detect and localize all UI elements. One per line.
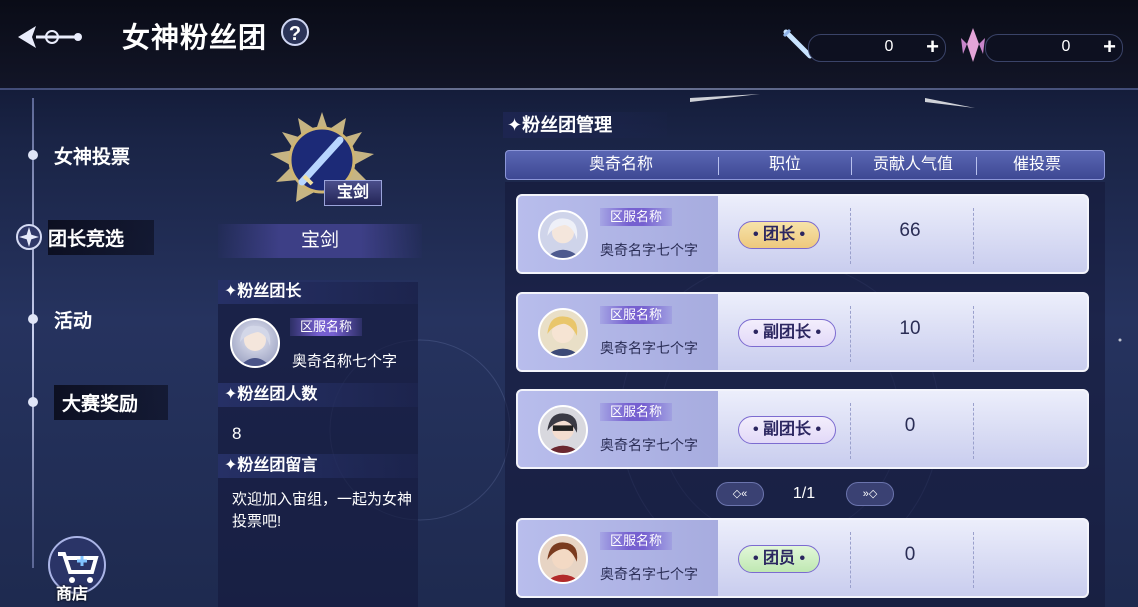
role-badge-member: • 团员 •: [738, 545, 821, 573]
nav-item-label: 大赛奖励: [54, 384, 169, 420]
resource-sword-value: 0: [884, 38, 894, 55]
avatar: [538, 534, 588, 584]
column-divider: [973, 208, 975, 264]
management-title: ✦粉丝团管理: [503, 112, 667, 138]
group-message: 欢迎加入宙组，一起为女神投票吧!: [232, 491, 413, 530]
column-divider: [850, 306, 852, 362]
column-divider: [850, 532, 852, 588]
table-row[interactable]: 区服名称 奥奇名字七个字 • 副团长 • 0: [516, 389, 1089, 469]
column-divider: [850, 403, 852, 459]
column-divider: [973, 403, 975, 459]
nav-dot: [28, 314, 38, 324]
column-divider: [850, 208, 852, 264]
row-contribution: 0: [904, 544, 916, 565]
message-section-title: ✦粉丝团留言: [218, 454, 418, 478]
nav-item-rewards[interactable]: 大赛奖励: [20, 384, 169, 420]
column-header-contribution: 贡献人气值: [872, 156, 953, 173]
leader-name: 奥奇名称七个字: [292, 353, 398, 370]
leader-section-title: ✦粉丝团长: [218, 280, 418, 304]
nav-item-label: 女神投票: [54, 146, 131, 168]
add-crystal-button[interactable]: +: [1103, 36, 1116, 58]
resource-crystal-value: 0: [1061, 38, 1071, 55]
nav-item-vote[interactable]: 女神投票: [20, 137, 144, 173]
nav-item-label: 团长竞选: [48, 219, 155, 255]
resource-crystal: 0 +: [985, 34, 1123, 62]
top-bar-divider: [0, 88, 1138, 90]
table-header: 奥奇名称 职位 贡献人气值 催投票: [505, 150, 1105, 180]
leader-server-tag: 区服名称: [290, 318, 363, 336]
back-arrow-icon[interactable]: [14, 20, 86, 54]
group-name-banner: 宝剑: [218, 224, 422, 258]
add-sword-button[interactable]: +: [926, 36, 939, 58]
column-header-role: 职位: [768, 156, 801, 173]
nav-item-label: 活动: [54, 310, 93, 332]
next-page-button[interactable]: »◇: [846, 482, 894, 506]
avatar: [538, 308, 588, 358]
nav-dot: [28, 397, 38, 407]
column-divider: [973, 532, 975, 588]
row-server-tag: 区服名称: [600, 403, 673, 421]
row-server-tag: 区服名称: [600, 532, 673, 550]
row-contribution: 10: [899, 318, 921, 339]
row-member-name: 奥奇名字七个字: [600, 566, 698, 582]
member-count: 8: [232, 424, 242, 443]
page-indicator: 1/1: [792, 485, 816, 502]
character-portrait-icon: [240, 325, 271, 366]
nav-item-activity[interactable]: 活动: [20, 301, 106, 337]
compass-star-icon: [16, 224, 42, 250]
row-member-name: 奥奇名字七个字: [600, 340, 698, 356]
row-contribution: 0: [904, 415, 916, 436]
count-section-title: ✦粉丝团人数: [218, 383, 418, 407]
nav-item-election[interactable]: 团长竞选: [14, 219, 155, 255]
column-divider: [718, 157, 719, 175]
prev-page-button[interactable]: ◇«: [716, 482, 764, 506]
avatar: [538, 210, 588, 260]
row-member-name: 奥奇名字七个字: [600, 437, 698, 453]
emblem-label: 宝剑: [324, 180, 382, 206]
resource-sword: 0 +: [808, 34, 946, 62]
row-server-tag: 区服名称: [600, 306, 673, 324]
row-member-name: 奥奇名字七个字: [600, 242, 698, 258]
column-header-name: 奥奇名称: [588, 156, 653, 173]
page-title: 女神粉丝团: [122, 21, 268, 54]
role-badge-leader: • 团长 •: [738, 221, 821, 249]
row-contribution: 66: [899, 220, 921, 241]
shop-label: 商店: [56, 586, 89, 603]
avatar: [538, 405, 588, 455]
leader-avatar[interactable]: [230, 318, 280, 368]
table-row[interactable]: 区服名称 奥奇名字七个字 • 副团长 • 10: [516, 292, 1089, 372]
role-badge-vice: • 副团长 •: [738, 319, 837, 347]
table-row[interactable]: 区服名称 奥奇名字七个字 • 团员 • 0: [516, 518, 1089, 598]
nav-dot: [28, 150, 38, 160]
role-badge-vice: • 副团长 •: [738, 416, 837, 444]
column-header-urge: 催投票: [1012, 156, 1061, 173]
table-row[interactable]: 区服名称 奥奇名字七个字 • 团长 • 66: [516, 194, 1089, 274]
column-divider: [973, 306, 975, 362]
help-button[interactable]: ?: [281, 18, 309, 46]
row-server-tag: 区服名称: [600, 208, 673, 226]
